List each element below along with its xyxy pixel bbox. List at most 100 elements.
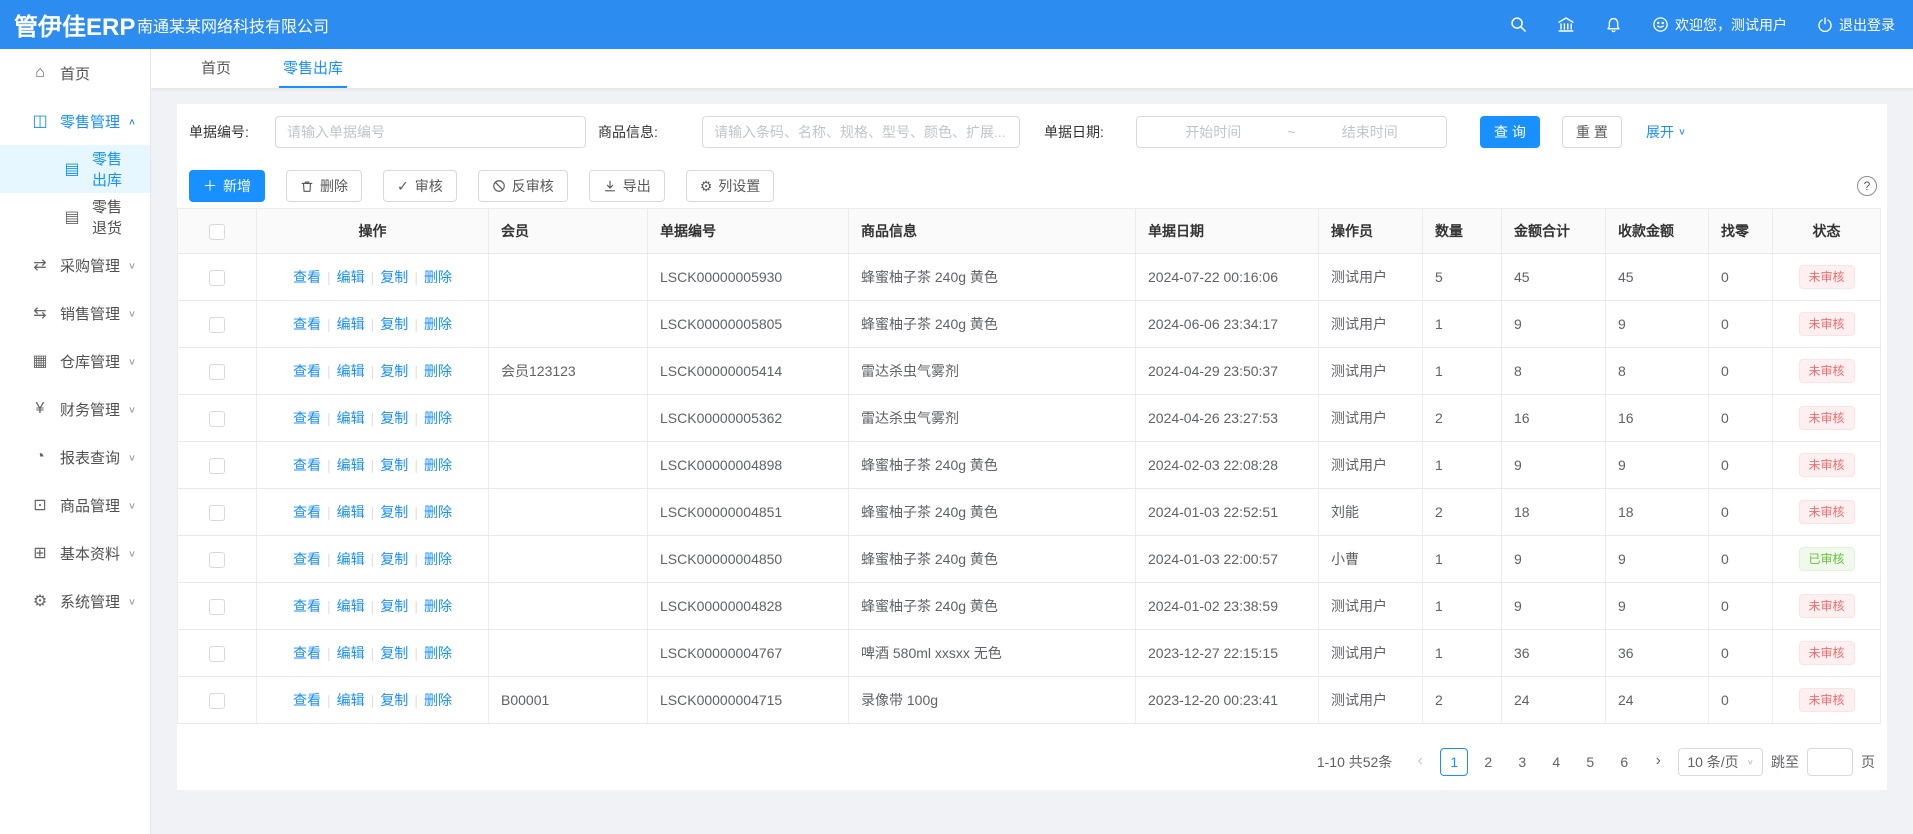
delete-button[interactable]: 删除 [286,170,362,202]
page-button-1[interactable]: 1 [1440,748,1468,776]
copy-link[interactable]: 复制 [380,269,408,285]
user-welcome[interactable]: 欢迎您，测试用户 [1652,15,1787,35]
edit-link[interactable]: 编辑 [337,269,365,285]
goods-info-input[interactable] [702,116,1020,148]
jump-page-input[interactable] [1807,748,1853,776]
page-button-2[interactable]: 2 [1474,748,1502,776]
edit-link[interactable]: 编辑 [337,457,365,473]
copy-link[interactable]: 复制 [380,504,408,520]
expand-link[interactable]: 展开 ∨ [1646,116,1686,148]
bell-icon[interactable] [1605,16,1622,34]
sidebar-item-retail-management[interactable]: ◫零售管理∧ [0,97,150,145]
row-checkbox[interactable] [209,552,225,568]
add-button[interactable]: ＋ 新增 [189,170,265,202]
tab-retail-outbound[interactable]: 零售出库 [279,49,347,88]
edit-link[interactable]: 编辑 [337,316,365,332]
view-link[interactable]: 查看 [293,316,321,332]
edit-link[interactable]: 编辑 [337,504,365,520]
logout-button[interactable]: 退出登录 [1817,15,1895,35]
date-end-input[interactable] [1300,124,1440,140]
view-link[interactable]: 查看 [293,692,321,708]
view-link[interactable]: 查看 [293,363,321,379]
sidebar-item-goods[interactable]: ⊡商品管理∨ [0,481,150,529]
edit-link[interactable]: 编辑 [337,410,365,426]
sidebar-item-home[interactable]: ⌂首页 [0,49,150,97]
delete-link[interactable]: 删除 [424,316,452,332]
page-size-select[interactable]: 10 条/页 ∨ [1678,748,1763,776]
copy-link[interactable]: 复制 [380,645,408,661]
row-checkbox[interactable] [209,411,225,427]
delete-link[interactable]: 删除 [424,551,452,567]
help-icon[interactable]: ? [1857,176,1877,196]
bill-no-input[interactable] [275,116,586,148]
delete-link[interactable]: 删除 [424,363,452,379]
copy-link[interactable]: 复制 [380,457,408,473]
divider: | [371,316,375,332]
delete-link[interactable]: 删除 [424,410,452,426]
copy-link[interactable]: 复制 [380,692,408,708]
row-checkbox[interactable] [209,317,225,333]
delete-link[interactable]: 删除 [424,692,452,708]
divider: | [414,316,418,332]
view-link[interactable]: 查看 [293,645,321,661]
search-button[interactable]: 查 询 [1480,116,1540,148]
row-checkbox[interactable] [209,505,225,521]
sidebar-item-retail-outbound[interactable]: ▤零售出库 [0,145,150,193]
edit-link[interactable]: 编辑 [337,598,365,614]
copy-link[interactable]: 复制 [380,551,408,567]
page-button-5[interactable]: 5 [1576,748,1604,776]
page-button-6[interactable]: 6 [1610,748,1638,776]
edit-link[interactable]: 编辑 [337,551,365,567]
copy-link[interactable]: 复制 [380,598,408,614]
chevron-left-icon[interactable]: ‹ [1408,748,1432,776]
sidebar-item-base-data[interactable]: ⊞基本资料∨ [0,529,150,577]
view-link[interactable]: 查看 [293,457,321,473]
export-button[interactable]: 导出 [589,170,665,202]
row-checkbox[interactable] [209,270,225,286]
copy-link[interactable]: 复制 [380,316,408,332]
reset-button[interactable]: 重 置 [1562,116,1622,148]
column-settings-button[interactable]: ⚙ 列设置 [686,170,775,202]
page-button-3[interactable]: 3 [1508,748,1536,776]
view-link[interactable]: 查看 [293,551,321,567]
view-link[interactable]: 查看 [293,598,321,614]
tab-home[interactable]: 首页 [197,49,235,88]
sidebar-item-warehouse[interactable]: ▦仓库管理∨ [0,337,150,385]
sidebar-item-purchase[interactable]: ⇄采购管理∨ [0,241,150,289]
chevron-right-icon[interactable]: › [1646,748,1670,776]
unaudit-button[interactable]: 反审核 [478,170,568,202]
select-all-checkbox[interactable] [209,224,225,240]
edit-link[interactable]: 编辑 [337,363,365,379]
row-checkbox[interactable] [209,458,225,474]
sidebar-item-label: 仓库管理 [60,351,120,372]
row-checkbox[interactable] [209,646,225,662]
date-start-input[interactable] [1143,124,1283,140]
view-link[interactable]: 查看 [293,269,321,285]
delete-link[interactable]: 删除 [424,598,452,614]
sidebar-item-finance[interactable]: ¥财务管理∨ [0,385,150,433]
delete-link[interactable]: 删除 [424,504,452,520]
date-range-picker[interactable]: ~ [1136,116,1447,148]
delete-link[interactable]: 删除 [424,269,452,285]
copy-link[interactable]: 复制 [380,410,408,426]
view-link[interactable]: 查看 [293,504,321,520]
row-checkbox[interactable] [209,693,225,709]
page-button-4[interactable]: 4 [1542,748,1570,776]
cell-quantity: 2 [1423,395,1502,442]
edit-link[interactable]: 编辑 [337,645,365,661]
sidebar-item-reports[interactable]: ◔报表查询∨ [0,433,150,481]
audit-button[interactable]: ✓ 审核 [383,170,457,202]
edit-link[interactable]: 编辑 [337,692,365,708]
divider: | [414,598,418,614]
sidebar-item-retail-return[interactable]: ▤零售退货 [0,193,150,241]
view-link[interactable]: 查看 [293,410,321,426]
sidebar-item-system[interactable]: ⚙系统管理∨ [0,577,150,625]
bank-icon[interactable] [1557,16,1575,33]
sidebar-item-sales[interactable]: ⇆销售管理∨ [0,289,150,337]
copy-link[interactable]: 复制 [380,363,408,379]
row-checkbox[interactable] [209,364,225,380]
search-icon[interactable] [1510,16,1527,33]
delete-link[interactable]: 删除 [424,645,452,661]
delete-link[interactable]: 删除 [424,457,452,473]
row-checkbox[interactable] [209,599,225,615]
